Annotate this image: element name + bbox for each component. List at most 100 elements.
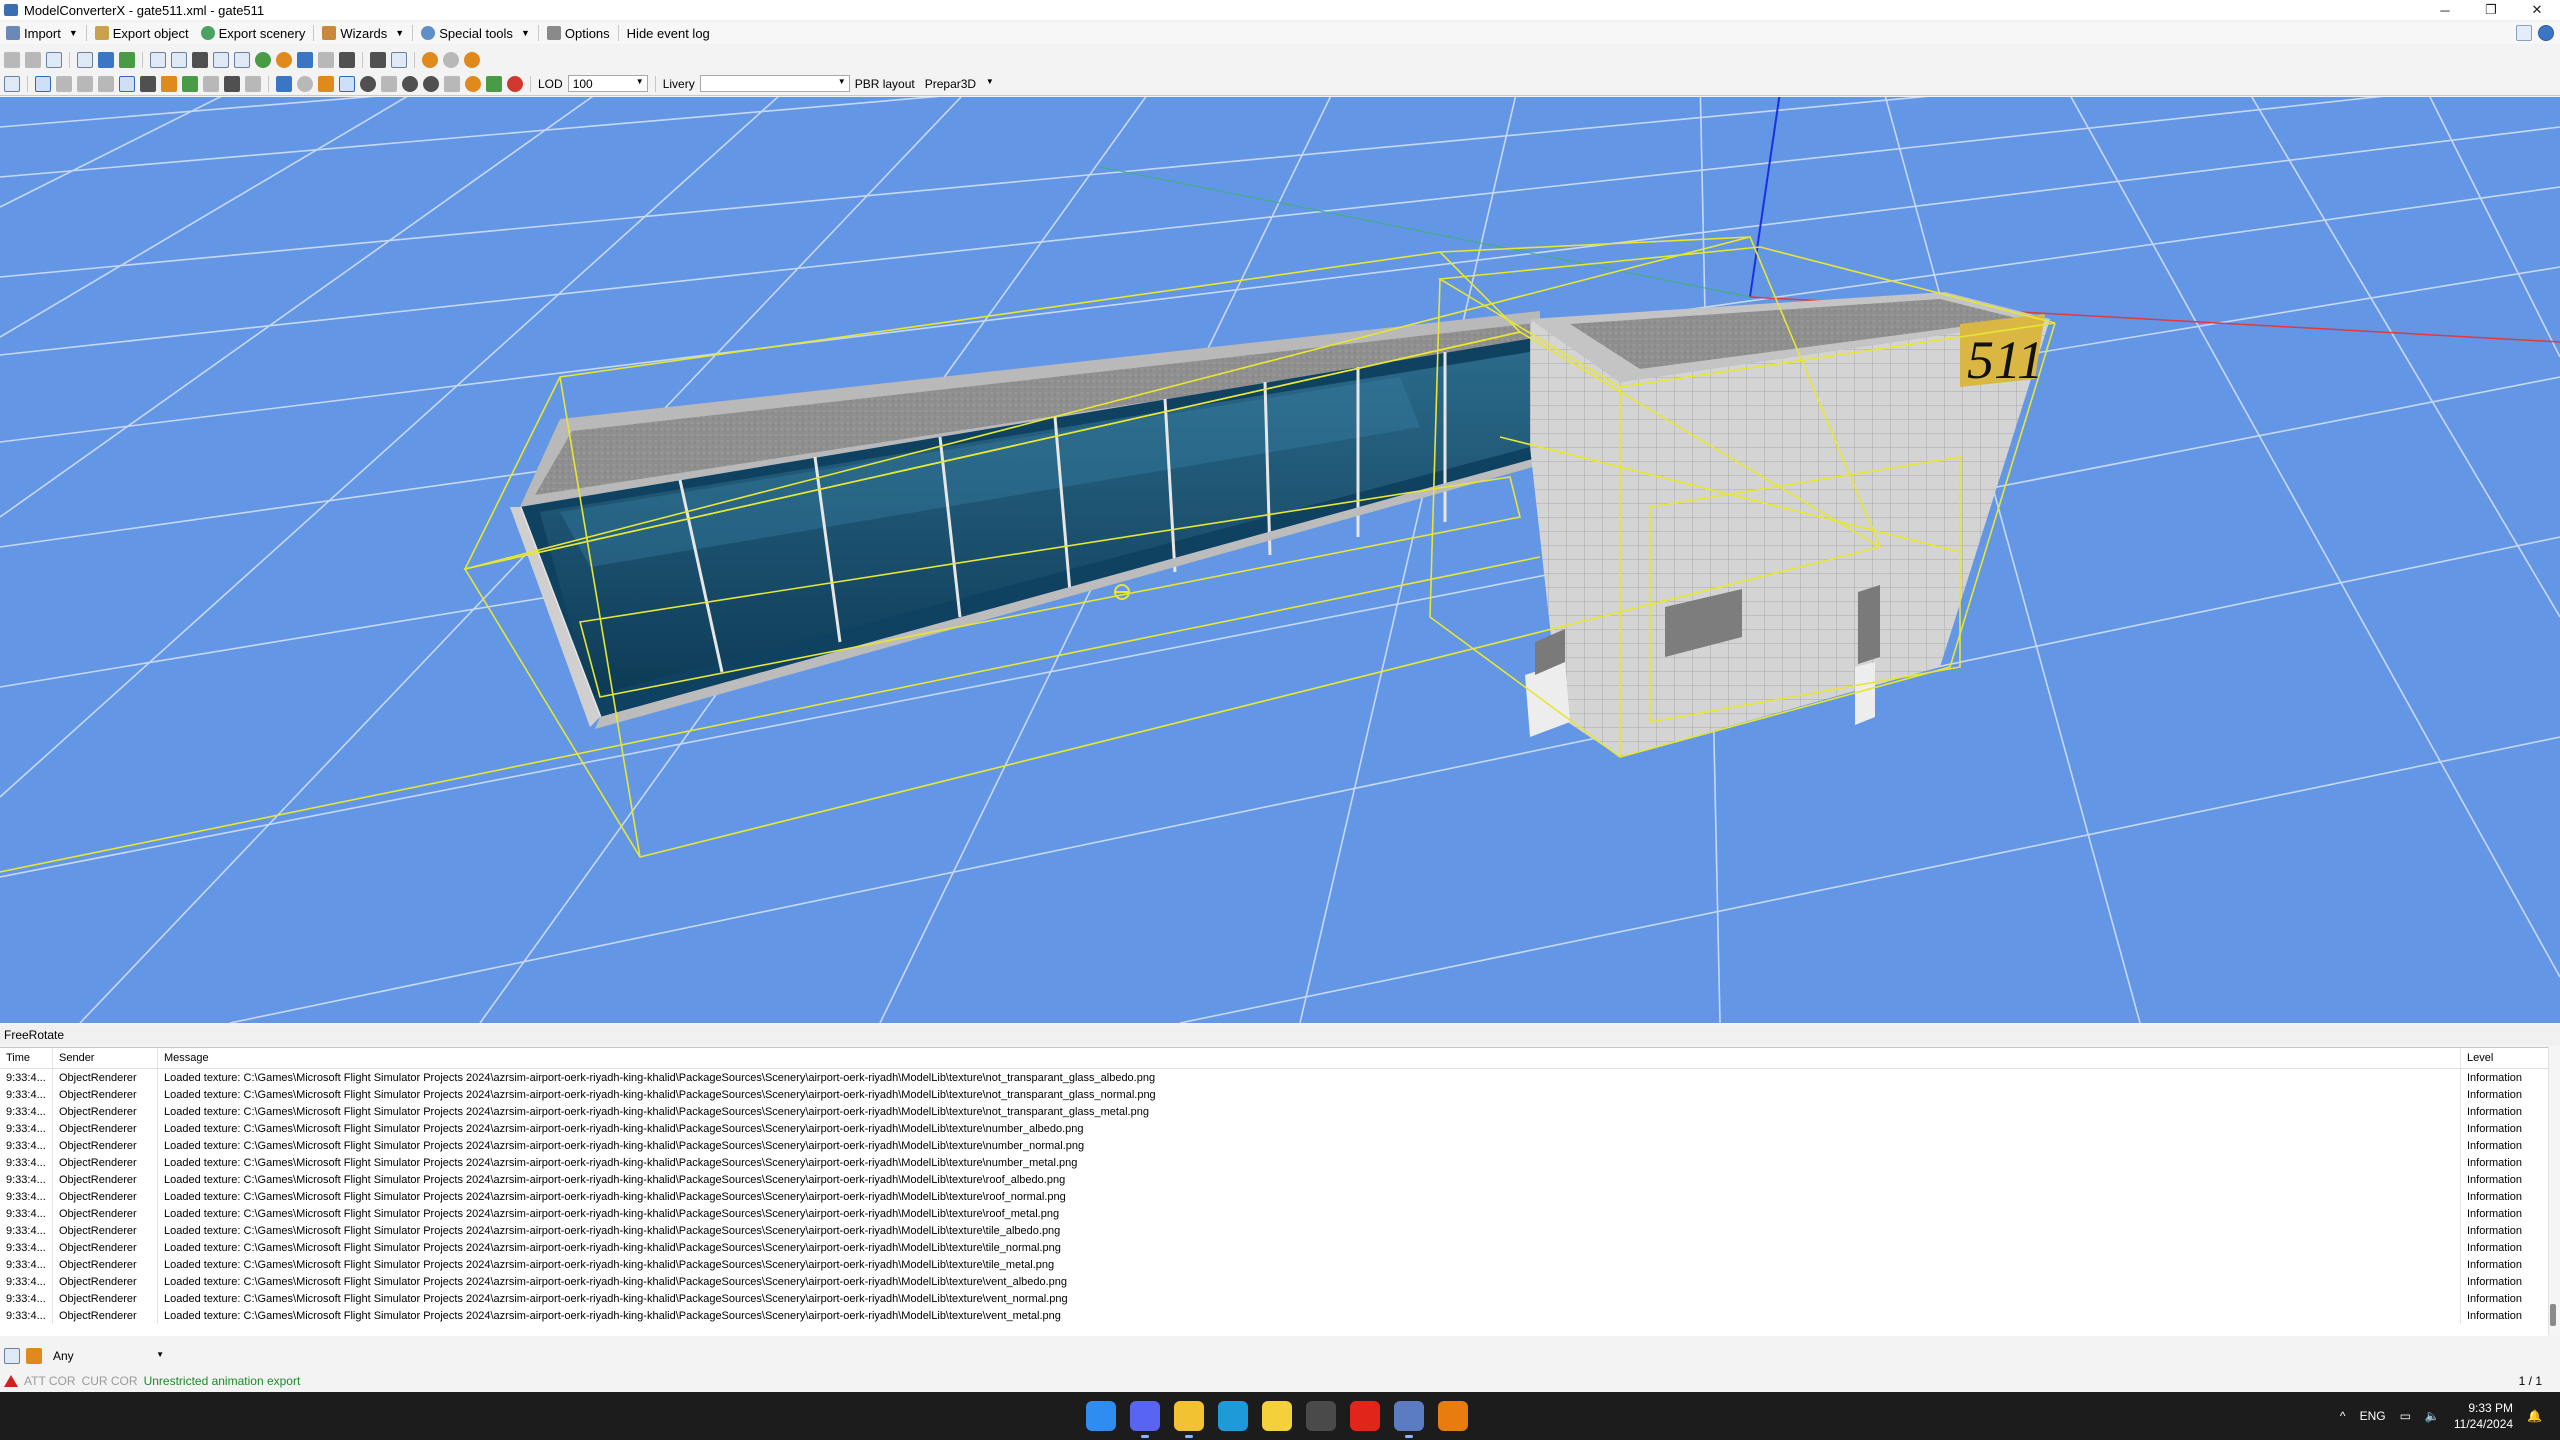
- steam-icon[interactable]: [1306, 1401, 1336, 1431]
- log-row[interactable]: 9:33:4... ObjectRenderer Loaded texture: C…: [0, 1273, 2548, 1290]
- log-row[interactable]: 9:33:4... ObjectRenderer Loaded texture: C…: [0, 1222, 2548, 1239]
- 3d-viewport[interactable]: 511: [0, 97, 2560, 1023]
- bounding-box-icon[interactable]: [119, 75, 135, 92]
- pin-icon[interactable]: [98, 52, 114, 68]
- normals-icon[interactable]: [56, 75, 72, 92]
- attach-points-icon[interactable]: [161, 75, 177, 92]
- chevron-up-icon[interactable]: ^: [2340, 1409, 2346, 1423]
- col-level[interactable]: Level: [2461, 1048, 2547, 1068]
- lights-icon[interactable]: [140, 75, 156, 92]
- select-mode-icon[interactable]: [4, 75, 20, 92]
- excel-icon[interactable]: [1218, 1401, 1248, 1431]
- network-icon[interactable]: ▭: [2400, 1409, 2411, 1423]
- apple-icon[interactable]: [507, 75, 523, 92]
- layout-icon[interactable]: [2516, 25, 2532, 41]
- forward-arrow-icon[interactable]: [25, 52, 41, 68]
- colors-icon[interactable]: [276, 52, 292, 68]
- hierarchy-icon[interactable]: [119, 52, 135, 68]
- undo-icon[interactable]: [422, 52, 438, 68]
- sun-icon[interactable]: [465, 75, 481, 92]
- lod-select[interactable]: 100 ▼: [567, 75, 648, 92]
- gear-icon[interactable]: [297, 75, 313, 92]
- special-tools-menu[interactable]: Special tools ▼: [415, 22, 536, 44]
- import-menu[interactable]: Import ▼: [0, 22, 84, 44]
- maximize-button[interactable]: ❐: [2468, 0, 2514, 20]
- modelconverterx-icon[interactable]: [1394, 1401, 1424, 1438]
- scissors-icon[interactable]: [224, 75, 240, 92]
- hide-event-log-button[interactable]: Hide event log: [621, 22, 716, 44]
- log-row[interactable]: 9:33:4... ObjectRenderer Loaded texture: C…: [0, 1086, 2548, 1103]
- log-row[interactable]: 9:33:4... ObjectRenderer Loaded texture: C…: [0, 1120, 2548, 1137]
- windows-start-icon[interactable]: [1086, 1401, 1116, 1431]
- scene-canvas[interactable]: 511: [0, 97, 2560, 1023]
- textured-icon[interactable]: [339, 75, 355, 92]
- export-object-button[interactable]: Export object: [89, 22, 195, 44]
- col-time[interactable]: Time: [0, 1048, 53, 1068]
- wizards-menu[interactable]: Wizards ▼: [316, 22, 410, 44]
- col-sender[interactable]: Sender: [53, 1048, 158, 1068]
- level-filter-select[interactable]: Any ▼: [48, 1348, 168, 1365]
- redo-icon[interactable]: [443, 52, 459, 68]
- event-log-scrollbar[interactable]: [2548, 1047, 2560, 1335]
- bones-icon[interactable]: [98, 75, 114, 92]
- log-row[interactable]: 9:33:4... ObjectRenderer Loaded texture: C…: [0, 1069, 2548, 1086]
- log-row[interactable]: 9:33:4... ObjectRenderer Loaded texture: C…: [0, 1103, 2548, 1120]
- document-icon[interactable]: [46, 52, 62, 68]
- anchor-icon[interactable]: [381, 75, 397, 92]
- monitor-icon[interactable]: [370, 52, 386, 68]
- opera-icon[interactable]: [1350, 1401, 1380, 1431]
- log-row[interactable]: 9:33:4... ObjectRenderer Loaded texture: C…: [0, 1307, 2548, 1324]
- edit-filter-icon[interactable]: [4, 1348, 20, 1364]
- log-row[interactable]: 9:33:4... ObjectRenderer Loaded texture: C…: [0, 1239, 2548, 1256]
- axis-icon[interactable]: [203, 75, 219, 92]
- list-icon[interactable]: [234, 52, 250, 68]
- wireframe-icon[interactable]: [77, 75, 93, 92]
- tools-icon[interactable]: [297, 52, 313, 68]
- log-row[interactable]: 9:33:4... ObjectRenderer Loaded texture: C…: [0, 1137, 2548, 1154]
- clock[interactable]: 9:33 PM 11/24/2024: [2454, 1400, 2513, 1432]
- broom-icon[interactable]: [26, 1348, 42, 1364]
- shading-icon[interactable]: [318, 75, 334, 92]
- leaf-icon[interactable]: [486, 75, 502, 92]
- log-row[interactable]: 9:33:4... ObjectRenderer Loaded texture: C…: [0, 1171, 2548, 1188]
- gate-511-model[interactable]: 511: [510, 292, 2050, 757]
- language-indicator[interactable]: ENG: [2360, 1409, 2386, 1423]
- material-icon[interactable]: [150, 52, 166, 68]
- file-explorer-icon[interactable]: [1174, 1401, 1204, 1438]
- log-row[interactable]: 9:33:4... ObjectRenderer Loaded texture: C…: [0, 1290, 2548, 1307]
- zoom-icon[interactable]: [77, 52, 93, 68]
- camera-icon[interactable]: [276, 75, 292, 92]
- log-row[interactable]: 9:33:4... ObjectRenderer Loaded texture: C…: [0, 1188, 2548, 1205]
- blender-icon[interactable]: [1438, 1401, 1468, 1431]
- close-button[interactable]: ✕: [2514, 0, 2560, 20]
- notification-bell-icon[interactable]: 🔔: [2527, 1409, 2542, 1423]
- image-icon[interactable]: [213, 52, 229, 68]
- options-button[interactable]: Options: [541, 22, 616, 44]
- discord-icon[interactable]: [1130, 1401, 1160, 1438]
- event-log-scroll-thumb[interactable]: [2550, 1304, 2556, 1326]
- effects-icon[interactable]: [444, 75, 460, 92]
- grid-toggle-icon[interactable]: [35, 75, 51, 92]
- person-icon[interactable]: [339, 52, 355, 68]
- globe-icon[interactable]: [255, 52, 271, 68]
- sphere-icon[interactable]: [360, 75, 376, 92]
- log-row[interactable]: 9:33:4... ObjectRenderer Loaded texture: C…: [0, 1205, 2548, 1222]
- report-icon[interactable]: [391, 52, 407, 68]
- link-icon[interactable]: [318, 52, 334, 68]
- ball-icon[interactable]: [423, 75, 439, 92]
- livery-select[interactable]: ▼: [699, 75, 850, 92]
- ground-icon[interactable]: [182, 75, 198, 92]
- animation-icon[interactable]: [245, 75, 261, 92]
- volume-icon[interactable]: 🔈: [2425, 1409, 2440, 1423]
- back-arrow-icon[interactable]: [4, 52, 20, 68]
- help-icon[interactable]: [2538, 25, 2554, 41]
- export-scenery-button[interactable]: Export scenery: [195, 22, 312, 44]
- log-row[interactable]: 9:33:4... ObjectRenderer Loaded texture: C…: [0, 1256, 2548, 1273]
- col-message[interactable]: Message: [158, 1048, 2461, 1068]
- film-icon[interactable]: [192, 52, 208, 68]
- duck-icon[interactable]: [1262, 1401, 1292, 1431]
- log-row[interactable]: 9:33:4... ObjectRenderer Loaded texture: C…: [0, 1154, 2548, 1171]
- bomb-icon[interactable]: [402, 75, 418, 92]
- texture-icon[interactable]: [171, 52, 187, 68]
- pbr-layout-select[interactable]: Prepar3D ▼: [920, 75, 998, 92]
